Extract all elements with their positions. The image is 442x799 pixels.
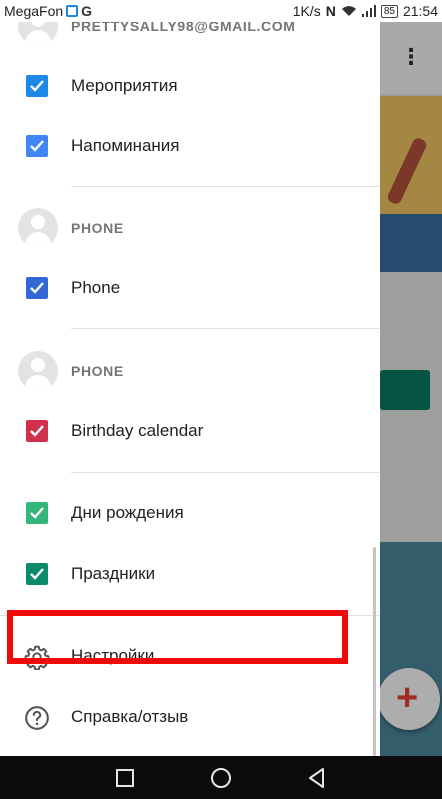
calendar-label: Напоминания [71, 136, 180, 155]
divider [71, 328, 380, 329]
status-bar: MegaFon G 1K/s N 85 21:54 [0, 0, 442, 22]
calendar-label: Праздники [71, 564, 156, 583]
settings-highlight-box [7, 610, 348, 664]
calendar-label: Дни рождения [71, 503, 184, 522]
divider [71, 472, 380, 473]
checkbox-icon[interactable] [26, 135, 48, 157]
checkbox-icon[interactable] [26, 277, 48, 299]
account-header: PHONE [0, 347, 380, 395]
account-avatar [18, 22, 58, 46]
calendar-item-events[interactable]: Мероприятия [0, 66, 380, 106]
calendar-item-reminders[interactable]: Напоминания [0, 126, 380, 166]
calendar-item-birthday-calendar[interactable]: Birthday calendar [0, 411, 380, 451]
calendar-item-holidays[interactable]: Праздники [0, 554, 380, 594]
menu-label: Справка/отзыв [71, 707, 189, 726]
checkbox-icon[interactable] [26, 420, 48, 442]
calendar-item-birthdays[interactable]: Дни рождения [0, 493, 380, 533]
battery-icon: 85 [380, 4, 398, 18]
account-avatar [18, 208, 58, 248]
network-speed: 1K/s [292, 3, 321, 19]
menu-item-help-feedback[interactable]: Справка/отзыв [0, 693, 380, 741]
calendar-label: Мероприятия [71, 76, 178, 95]
recents-icon[interactable] [112, 765, 138, 791]
wifi-icon [341, 6, 356, 16]
account-name: PHONE [71, 220, 124, 236]
clock: 21:54 [402, 3, 438, 19]
account-name: PHONE [71, 363, 124, 379]
notification-icon [66, 5, 79, 17]
calendar-label: Birthday calendar [71, 421, 204, 440]
calendar-item-phone[interactable]: Phone [0, 268, 380, 308]
help-icon [25, 706, 49, 730]
system-navigation-bar [0, 756, 442, 799]
account-avatar [18, 351, 58, 391]
account-header: PHONE [0, 204, 380, 252]
signal-icon [361, 5, 376, 17]
carrier-name: MegaFon [4, 3, 64, 19]
scrollbar[interactable] [373, 547, 376, 756]
nfc-icon: N [325, 3, 336, 19]
home-icon[interactable] [208, 765, 234, 791]
checkbox-icon[interactable] [26, 75, 48, 97]
back-icon[interactable] [304, 765, 330, 791]
checkbox-icon[interactable] [26, 563, 48, 585]
calendar-label: Phone [71, 278, 121, 297]
account-name: PRETTYSALLY98@GMAIL.COM [71, 22, 296, 34]
account-header: PRETTYSALLY98@GMAIL.COM [0, 22, 380, 50]
divider [71, 186, 380, 187]
google-notification-icon: G [81, 3, 93, 19]
checkbox-icon[interactable] [26, 502, 48, 524]
